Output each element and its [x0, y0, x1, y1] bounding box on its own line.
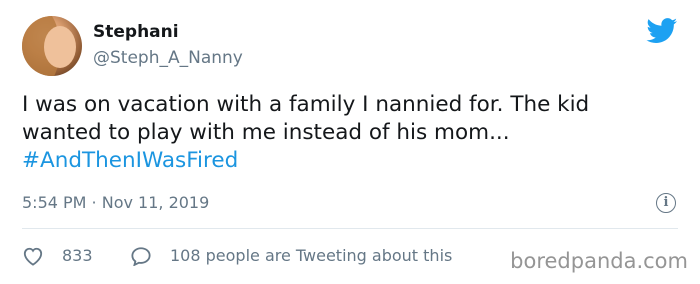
tweeting-about-this-link[interactable]: 108 people are Tweeting about this — [170, 246, 452, 265]
hashtag-link[interactable]: #AndThenIWasFired — [22, 147, 672, 175]
avatar[interactable] — [22, 16, 82, 76]
heart-icon[interactable] — [22, 246, 44, 266]
tweet-text: I was on vacation with a family I nannie… — [22, 91, 672, 175]
speech-bubble-icon[interactable] — [130, 246, 152, 266]
user-handle[interactable]: @Steph_A_Nanny — [93, 48, 243, 68]
tweet-text-line-2: wanted to play with me instead of his mo… — [22, 120, 510, 145]
tweet-card: Stephani @Steph_A_Nanny I was on vacatio… — [0, 0, 700, 284]
avatar-face — [44, 26, 76, 68]
like-count[interactable]: 833 — [62, 246, 93, 265]
twitter-bird-icon[interactable] — [646, 18, 678, 44]
boredpanda-watermark: boredpanda.com — [510, 249, 688, 273]
user-display-name[interactable]: Stephani — [93, 22, 179, 42]
tweet-timestamp[interactable]: 5:54 PM · Nov 11, 2019 — [22, 193, 209, 212]
divider — [22, 228, 678, 229]
tweet-text-line-1: I was on vacation with a family I nannie… — [22, 92, 590, 117]
info-icon[interactable]: i — [656, 193, 676, 213]
